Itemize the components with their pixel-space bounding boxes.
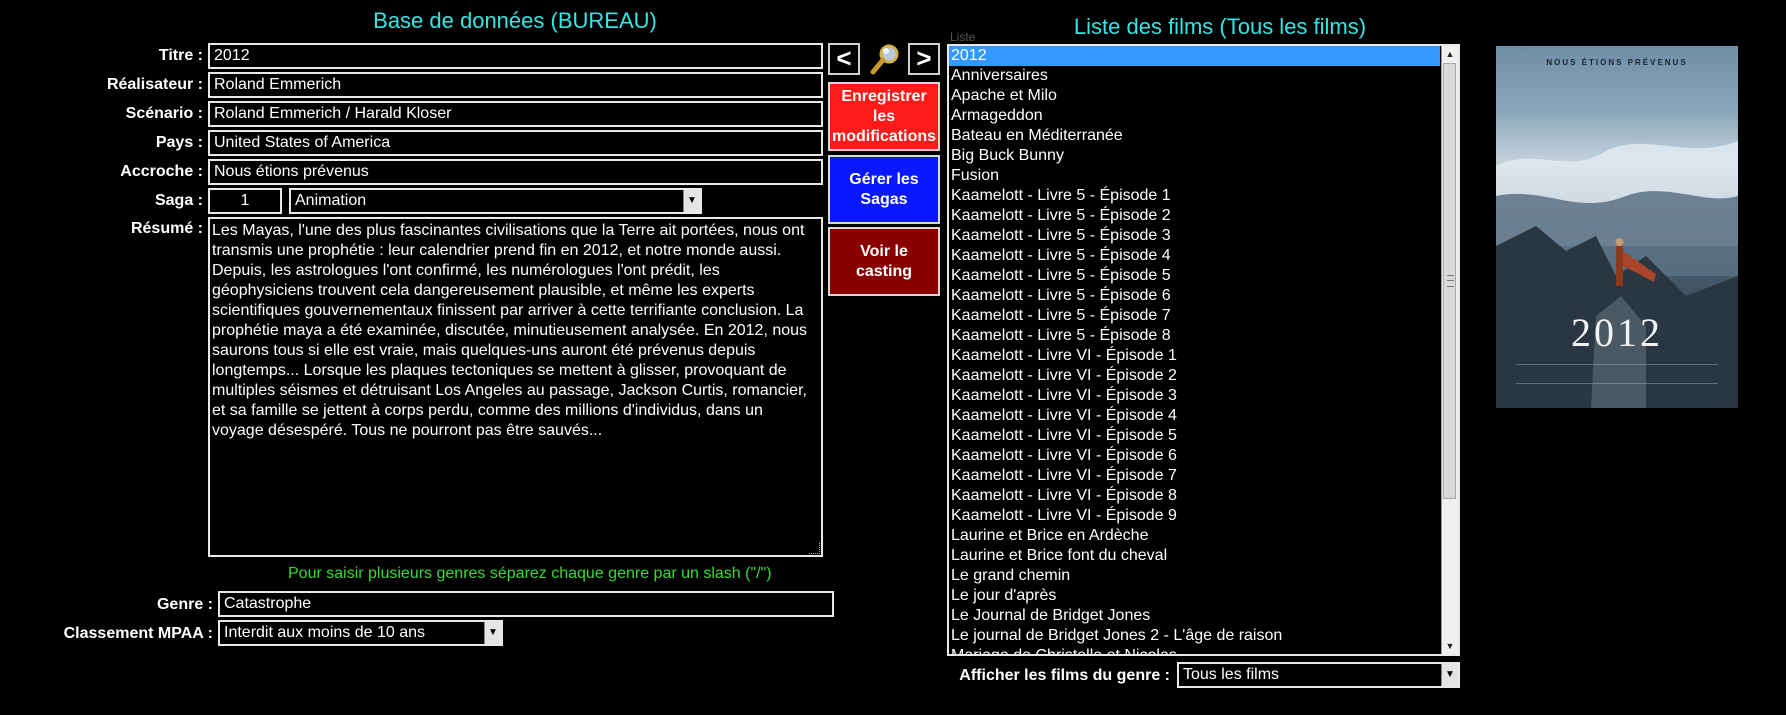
list-ghost-label: Liste bbox=[950, 30, 976, 44]
film-list-item[interactable]: Bateau en Méditerranée bbox=[949, 126, 1440, 146]
film-list-item[interactable]: Laurine et Brice font du cheval bbox=[949, 546, 1440, 566]
film-list-item[interactable]: Anniversaires bbox=[949, 66, 1440, 86]
search-button[interactable] bbox=[868, 41, 904, 77]
film-list-item[interactable]: Kaamelott - Livre 5 - Épisode 3 bbox=[949, 226, 1440, 246]
film-list-item[interactable]: Kaamelott - Livre 5 - Épisode 4 bbox=[949, 246, 1440, 266]
right-heading: Liste des films (Tous les films) bbox=[1073, 14, 1367, 39]
saga-label: Saga : bbox=[154, 192, 203, 209]
film-list-item[interactable]: Le journal de Bridget Jones 2 - L'âge de… bbox=[949, 626, 1440, 646]
movie-poster: NOUS ÉTIONS PRÉVENUS 2012 bbox=[1496, 46, 1738, 408]
saga-select[interactable]: Animation ▼ bbox=[289, 188, 702, 214]
film-list-item[interactable]: Kaamelott - Livre VI - Épisode 6 bbox=[949, 446, 1440, 466]
film-list-item[interactable]: Armageddon bbox=[949, 106, 1440, 126]
previous-button[interactable]: < bbox=[828, 43, 860, 75]
realisateur-field[interactable]: Roland Emmerich bbox=[208, 72, 823, 98]
save-button[interactable]: Enregistrer les modifications bbox=[828, 82, 940, 151]
film-list-item[interactable]: Kaamelott - Livre 5 - Épisode 8 bbox=[949, 326, 1440, 346]
left-heading: Base de données (BUREAU) bbox=[373, 8, 657, 33]
film-list-item[interactable]: Kaamelott - Livre 5 - Épisode 6 bbox=[949, 286, 1440, 306]
film-list-item[interactable]: Kaamelott - Livre 5 - Épisode 7 bbox=[949, 306, 1440, 326]
realisateur-label: Réalisateur : bbox=[106, 76, 203, 93]
accroche-field[interactable]: Nous étions prévenus bbox=[208, 159, 823, 185]
resize-grip-icon[interactable] bbox=[809, 543, 820, 554]
saga-select-value: Animation bbox=[295, 192, 367, 209]
resume-text: Les Mayas, l'une des plus fascinantes ci… bbox=[212, 222, 808, 439]
pays-label: Pays : bbox=[155, 134, 203, 151]
film-list-item[interactable]: Kaamelott - Livre VI - Épisode 1 bbox=[949, 346, 1440, 366]
mpaa-select[interactable]: Interdit aux moins de 10 ans ▼ bbox=[218, 620, 503, 646]
genre-hint: Pour saisir plusieurs genres séparez cha… bbox=[288, 565, 772, 582]
filter-label: Afficher les films du genre : bbox=[959, 667, 1170, 684]
chevron-down-icon[interactable]: ▼ bbox=[1441, 664, 1458, 686]
film-list-item[interactable]: Apache et Milo bbox=[949, 86, 1440, 106]
grip-icon bbox=[1447, 275, 1454, 287]
titre-label: Titre : bbox=[158, 47, 203, 64]
magnifier-icon bbox=[870, 44, 899, 75]
scroll-thumb[interactable] bbox=[1443, 63, 1456, 499]
titre-field[interactable]: 2012 bbox=[208, 43, 823, 69]
poster-credits bbox=[1516, 364, 1718, 384]
list-scrollbar[interactable]: ▲ ▼ bbox=[1441, 46, 1458, 654]
chevron-down-icon[interactable]: ▼ bbox=[484, 622, 501, 644]
scenario-label: Scénario : bbox=[125, 105, 203, 122]
film-list-item[interactable]: Kaamelott - Livre VI - Épisode 8 bbox=[949, 486, 1440, 506]
genre-filter-select[interactable]: Tous les films ▼ bbox=[1177, 662, 1460, 688]
mpaa-label: Classement MPAA : bbox=[63, 625, 213, 642]
film-list-item[interactable]: Le jour d'après bbox=[949, 586, 1440, 606]
resume-textarea[interactable]: Les Mayas, l'une des plus fascinantes ci… bbox=[208, 217, 823, 557]
film-list-item[interactable]: Le Journal de Bridget Jones bbox=[949, 606, 1440, 626]
resume-label: Résumé : bbox=[130, 220, 203, 237]
mpaa-select-value: Interdit aux moins de 10 ans bbox=[224, 624, 426, 641]
chevron-down-icon[interactable]: ▼ bbox=[683, 190, 700, 212]
film-list-item[interactable]: Laurine et Brice en Ardèche bbox=[949, 526, 1440, 546]
saga-number-field[interactable]: 1 bbox=[208, 188, 282, 214]
film-list-item[interactable]: Kaamelott - Livre 5 - Épisode 2 bbox=[949, 206, 1440, 226]
genre-field[interactable]: Catastrophe bbox=[218, 591, 834, 617]
film-list-item[interactable]: Kaamelott - Livre VI - Épisode 2 bbox=[949, 366, 1440, 386]
film-list-item[interactable]: Kaamelott - Livre VI - Épisode 3 bbox=[949, 386, 1440, 406]
film-list-item[interactable]: Fusion bbox=[949, 166, 1440, 186]
pays-field[interactable]: United States of America bbox=[208, 130, 823, 156]
film-list-item[interactable]: Kaamelott - Livre VI - Épisode 5 bbox=[949, 426, 1440, 446]
film-list-item[interactable]: Kaamelott - Livre VI - Épisode 9 bbox=[949, 506, 1440, 526]
view-casting-button[interactable]: Voir le casting bbox=[828, 227, 940, 296]
scenario-field[interactable]: Roland Emmerich / Harald Kloser bbox=[208, 101, 823, 127]
film-list-item[interactable]: Kaamelott - Livre VI - Épisode 7 bbox=[949, 466, 1440, 486]
film-list-item[interactable]: Kaamelott - Livre 5 - Épisode 5 bbox=[949, 266, 1440, 286]
film-list-item[interactable]: Kaamelott - Livre 5 - Épisode 1 bbox=[949, 186, 1440, 206]
film-list: 2012 Anniversaires Apache et Milo Armageddo… bbox=[949, 46, 1440, 654]
film-list-item[interactable]: 2012 bbox=[949, 46, 1440, 66]
film-list-item[interactable]: Mariage de Christelle et Nicolas bbox=[949, 646, 1440, 654]
next-button[interactable]: > bbox=[908, 43, 940, 75]
film-list-item[interactable]: Le grand chemin bbox=[949, 566, 1440, 586]
film-list-item[interactable]: Big Buck Bunny bbox=[949, 146, 1440, 166]
genre-label: Genre : bbox=[156, 596, 213, 613]
genre-filter-value: Tous les films bbox=[1183, 666, 1280, 683]
scroll-down-icon[interactable]: ▼ bbox=[1442, 638, 1458, 654]
accroche-label: Accroche : bbox=[120, 163, 203, 180]
film-list-item[interactable]: Kaamelott - Livre VI - Épisode 4 bbox=[949, 406, 1440, 426]
scroll-up-icon[interactable]: ▲ bbox=[1442, 46, 1458, 62]
film-listbox[interactable]: 2012 Anniversaires Apache et Milo Armageddo… bbox=[947, 44, 1460, 656]
poster-title: 2012 bbox=[1571, 310, 1663, 355]
poster-tagline: NOUS ÉTIONS PRÉVENUS bbox=[1546, 58, 1688, 67]
manage-sagas-button[interactable]: Gérer les Sagas bbox=[828, 155, 940, 224]
